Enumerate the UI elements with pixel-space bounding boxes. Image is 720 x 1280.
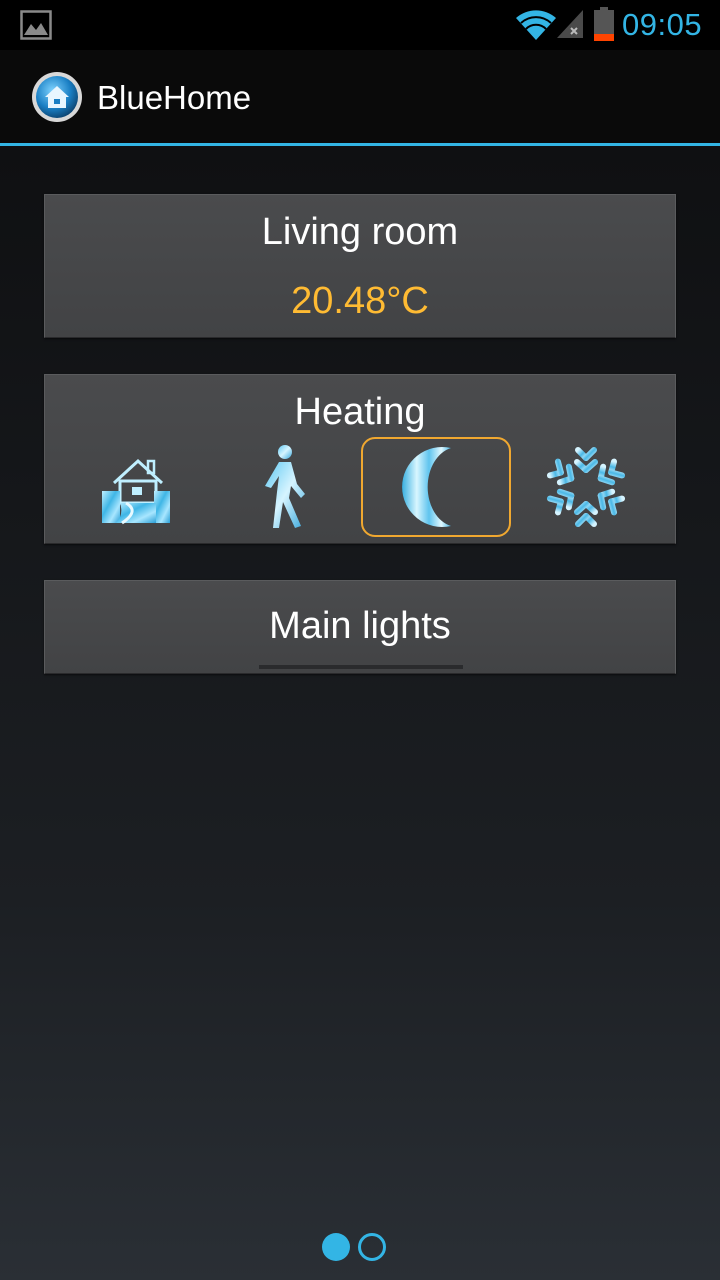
home-icon xyxy=(102,458,170,525)
action-bar-divider xyxy=(0,143,720,146)
temperature-value: 20.48°C xyxy=(291,280,429,322)
bluehome-app-icon[interactable] xyxy=(31,71,83,123)
battery-icon xyxy=(594,7,614,41)
walking-person-icon xyxy=(265,445,305,528)
image-notification-icon xyxy=(20,10,52,40)
app-title: BlueHome xyxy=(97,79,252,116)
page-dot-active[interactable] xyxy=(322,1233,350,1261)
status-clock: 09:05 xyxy=(622,7,703,42)
main-lights-title: Main lights xyxy=(269,605,451,647)
room-name: Living room xyxy=(261,211,459,253)
page-indicator xyxy=(320,1232,390,1262)
heating-mode-frost-button[interactable] xyxy=(511,437,661,537)
main-lights-state-indicator xyxy=(259,665,463,669)
temperature-card[interactable]: Living room 20.48°C xyxy=(44,194,676,338)
action-bar: BlueHome xyxy=(0,50,720,143)
main-lights-card[interactable]: Main lights xyxy=(44,580,676,674)
snowflake-icon xyxy=(541,445,631,532)
page-dot-inactive[interactable] xyxy=(358,1233,386,1261)
moon-icon xyxy=(402,447,451,527)
status-bar: 09:05 xyxy=(0,0,720,50)
signal-icon xyxy=(557,10,583,38)
wifi-icon xyxy=(516,10,556,40)
heating-mode-night-button[interactable] xyxy=(361,437,511,537)
heating-mode-home-button[interactable] xyxy=(61,437,211,537)
heating-card: Heating xyxy=(44,374,676,544)
heating-title: Heating xyxy=(294,391,426,433)
heating-mode-away-button[interactable] xyxy=(211,437,361,537)
